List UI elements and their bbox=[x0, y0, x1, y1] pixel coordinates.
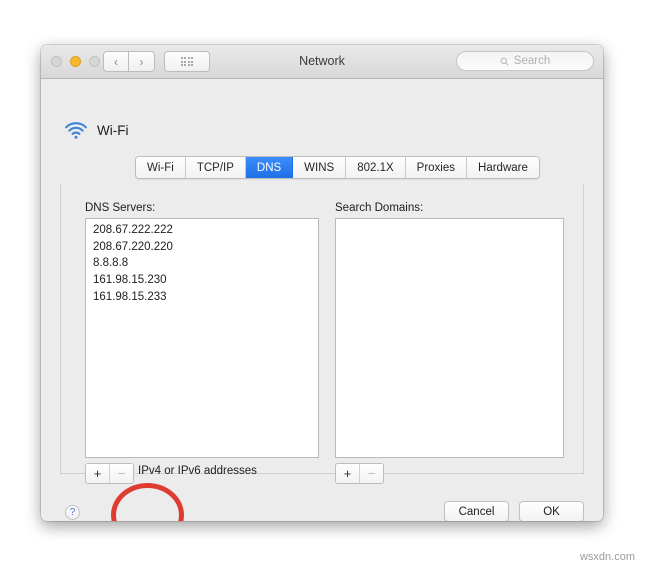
settings-tab-bar: Wi-Fi TCP/IP DNS WINS 802.1X Proxies Har… bbox=[135, 156, 540, 179]
search-domain-remove-button[interactable]: − bbox=[359, 464, 383, 483]
list-item[interactable]: 208.67.222.222 bbox=[86, 219, 318, 239]
red-circle-annotation bbox=[111, 483, 184, 521]
search-domains-label: Search Domains: bbox=[335, 202, 424, 214]
tab-tcpip[interactable]: TCP/IP bbox=[185, 157, 246, 178]
network-preferences-window: ‹ › Network Search Wi-Fi Wi-Fi TCP/IP DN… bbox=[41, 45, 603, 521]
search-icon bbox=[500, 57, 509, 66]
tab-proxies[interactable]: Proxies bbox=[405, 157, 468, 178]
cancel-button[interactable]: Cancel bbox=[444, 501, 509, 521]
wifi-icon bbox=[65, 122, 87, 139]
dns-servers-list[interactable]: 208.67.222.222 208.67.220.220 8.8.8.8 16… bbox=[85, 218, 319, 458]
search-placeholder: Search bbox=[513, 55, 551, 67]
list-item[interactable]: 208.67.220.220 bbox=[86, 239, 318, 256]
dns-servers-label: DNS Servers: bbox=[85, 202, 156, 214]
dns-add-remove-stepper: + − bbox=[85, 463, 134, 484]
ok-button[interactable]: OK bbox=[519, 501, 584, 521]
address-format-hint: IPv4 or IPv6 addresses bbox=[138, 465, 257, 477]
help-button[interactable]: ? bbox=[65, 505, 80, 520]
dns-add-button[interactable]: + bbox=[86, 464, 109, 483]
dns-remove-button[interactable]: − bbox=[109, 464, 133, 483]
tab-hardware[interactable]: Hardware bbox=[467, 157, 539, 178]
search-domains-add-remove-stepper: + − bbox=[335, 463, 384, 484]
tab-wifi[interactable]: Wi-Fi bbox=[136, 157, 186, 178]
dialog-buttons: Cancel OK bbox=[444, 501, 584, 521]
list-item[interactable]: 8.8.8.8 bbox=[86, 255, 318, 272]
tab-wins[interactable]: WINS bbox=[293, 157, 347, 178]
search-domain-add-button[interactable]: + bbox=[336, 464, 359, 483]
watermark: wsxdn.com bbox=[579, 551, 635, 563]
search-field[interactable]: Search bbox=[456, 51, 594, 71]
service-header: Wi-Fi bbox=[65, 122, 128, 139]
list-item[interactable]: 161.98.15.230 bbox=[86, 272, 318, 289]
tab-8021x[interactable]: 802.1X bbox=[346, 157, 406, 178]
window-body: Wi-Fi Wi-Fi TCP/IP DNS WINS 802.1X Proxi… bbox=[41, 79, 603, 521]
tab-dns[interactable]: DNS bbox=[245, 157, 294, 178]
window-titlebar: ‹ › Network Search bbox=[41, 45, 603, 79]
list-item[interactable]: 161.98.15.233 bbox=[86, 289, 318, 306]
search-domains-list[interactable] bbox=[335, 218, 564, 458]
service-name-label: Wi-Fi bbox=[97, 123, 129, 138]
